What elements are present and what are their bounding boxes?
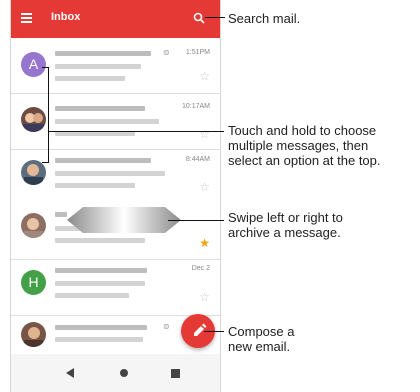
message-time: 10:17AM: [181, 103, 210, 110]
attachment-icon: ⊜: [163, 48, 170, 57]
search-callout: Search mail.: [228, 11, 301, 26]
message-row[interactable]: 10:17AM ☆: [11, 94, 220, 150]
message-time: 1:51PM: [185, 49, 210, 56]
recents-square-icon[interactable]: [171, 369, 180, 378]
select-bracket-bottom: [42, 162, 49, 163]
message-row[interactable]: A ⊜ 1:51PM ☆: [11, 38, 220, 94]
avatar: [21, 107, 46, 132]
search-icon[interactable]: [193, 12, 205, 24]
subject-placeholder: [55, 337, 143, 342]
menu-icon[interactable]: [21, 13, 32, 23]
subject-placeholder: [55, 171, 165, 176]
app-bar: Inbox: [11, 0, 220, 38]
star-icon-filled[interactable]: ★: [199, 237, 210, 249]
subject-placeholder: [55, 64, 141, 69]
star-icon[interactable]: ☆: [199, 128, 210, 140]
avatar: H: [21, 270, 46, 295]
attachment-icon: ⊜: [163, 322, 170, 331]
avatar: [21, 322, 46, 347]
system-nav-bar: [11, 354, 220, 392]
avatar: [21, 213, 46, 238]
sender-placeholder: [55, 268, 147, 273]
swipe-leader-line: [168, 220, 224, 221]
swipe-callout: Swipe left or right to archive a message…: [228, 210, 343, 240]
sender-placeholder: [55, 51, 151, 56]
star-icon[interactable]: ☆: [199, 70, 210, 82]
sender-placeholder: [55, 212, 67, 217]
avatar: A: [21, 52, 46, 77]
select-leader-line: [48, 131, 224, 132]
snippet-placeholder: [55, 183, 135, 188]
compose-callout: Compose a new email.: [228, 324, 295, 354]
subject-placeholder: [55, 119, 159, 124]
swipe-gesture-indicator: [67, 207, 181, 233]
message-time: Dec 2: [191, 265, 210, 272]
avatar: [21, 160, 46, 185]
select-callout: Touch and hold to choose multiple messag…: [228, 123, 381, 168]
message-row[interactable]: H Dec 2 ☆: [11, 260, 220, 316]
snippet-placeholder: [55, 238, 145, 243]
star-icon[interactable]: ☆: [199, 181, 210, 193]
message-time: 8:44AM: [185, 156, 210, 163]
sender-placeholder: [55, 158, 151, 163]
sender-placeholder: [55, 325, 147, 330]
star-icon[interactable]: ☆: [199, 291, 210, 303]
snippet-placeholder: [55, 293, 129, 298]
select-bracket-vertical: [48, 67, 49, 163]
phone-screen: Inbox A ⊜ 1:51PM ☆ 10:17AM ☆ 8:44AM ☆ ★ …: [10, 0, 221, 392]
home-circle-icon[interactable]: [120, 369, 128, 377]
snippet-placeholder: [55, 76, 125, 81]
message-row[interactable]: 8:44AM ☆: [11, 150, 220, 206]
back-triangle-icon[interactable]: [66, 368, 74, 378]
search-leader-line: [205, 17, 225, 18]
compose-leader-line: [204, 331, 224, 332]
inbox-title: Inbox: [51, 11, 81, 23]
sender-placeholder: [55, 106, 145, 111]
subject-placeholder: [55, 281, 145, 286]
